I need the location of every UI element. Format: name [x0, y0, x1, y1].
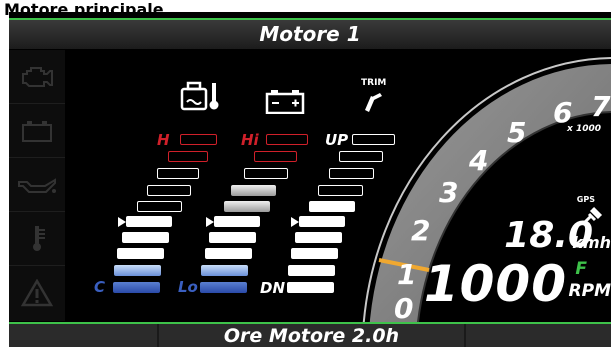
tachometer-scale-label: 5 [507, 116, 526, 149]
rpm-unit: RPM [568, 281, 611, 301]
rpm-value: 1000 [423, 255, 567, 313]
tachometer-scale-label: 0 [394, 292, 413, 325]
engine-display: Motore 1 TRIM H C Hi Lo UP DN 0 1 2 3 4 … [9, 12, 611, 347]
gps-label: GPS [576, 195, 595, 204]
tachometer-multiplier: x 1000 [566, 124, 601, 134]
tachometer-scale-label: 7 [591, 90, 611, 123]
bottom-bar: Ore Motore 2.0h [9, 322, 611, 347]
gear-indicator: F [575, 259, 587, 279]
engine-hours: Ore Motore 2.0h [223, 325, 400, 347]
tachometer-scale-label: 3 [439, 176, 458, 209]
tachometer-scale-label: 4 [468, 144, 488, 177]
bottom-right-segment [466, 324, 611, 347]
tachometer-scale-label: 1 [397, 258, 416, 291]
tachometer-scale-label: 2 [411, 214, 430, 247]
bottom-left-segment [9, 324, 157, 347]
speed-unit: kmh [572, 233, 611, 252]
